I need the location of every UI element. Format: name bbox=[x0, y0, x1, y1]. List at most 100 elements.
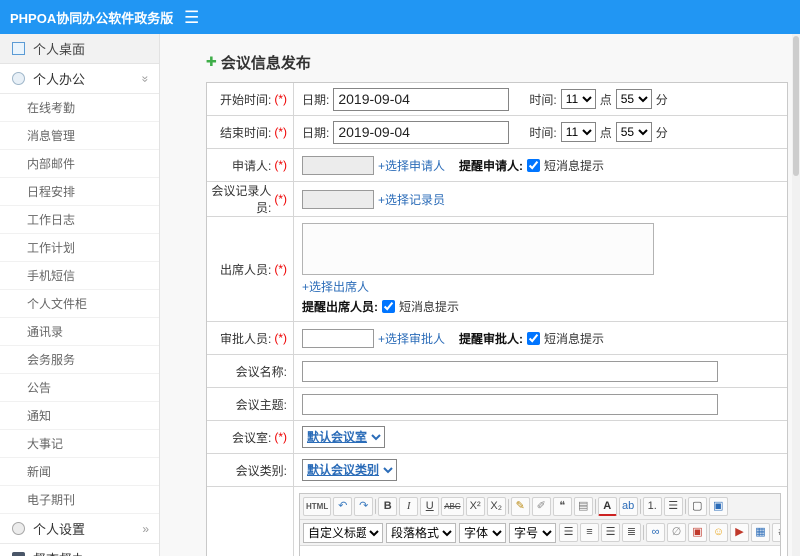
media-icon[interactable]: ▶ bbox=[730, 523, 749, 542]
meeting-room-select[interactable]: 默认会议室 bbox=[302, 426, 385, 448]
sidebar-item[interactable]: 大事记 bbox=[0, 430, 159, 458]
attendees-sms-checkbox[interactable] bbox=[382, 300, 395, 313]
blockquote-icon[interactable]: ❝ bbox=[552, 497, 572, 516]
separator[interactable] bbox=[594, 499, 596, 514]
chevron-right-icon: » bbox=[142, 552, 149, 556]
strikethrough-icon[interactable]: ABC bbox=[441, 497, 464, 516]
start-minute-select[interactable]: 55 bbox=[615, 89, 652, 109]
highlight-color-icon[interactable]: ab bbox=[618, 497, 638, 516]
sidebar-section-supervise[interactable]: 督查督办 » bbox=[0, 544, 159, 556]
required-mark: (*) bbox=[274, 430, 287, 444]
choose-recorder-link[interactable]: +选择记录员 bbox=[378, 191, 445, 208]
superscript-icon[interactable]: X² bbox=[465, 497, 485, 516]
separator[interactable] bbox=[684, 499, 686, 514]
remove-format-icon[interactable]: ✐ bbox=[531, 497, 551, 516]
subscript-icon[interactable]: X₂ bbox=[486, 497, 506, 516]
separator[interactable] bbox=[507, 499, 509, 514]
separator[interactable] bbox=[375, 499, 377, 514]
sms-label: 短消息提示 bbox=[544, 158, 605, 173]
approver-input[interactable] bbox=[302, 328, 374, 348]
end-minute-select[interactable]: 55 bbox=[615, 122, 652, 142]
sidebar-item[interactable]: 工作计划 bbox=[0, 234, 159, 262]
bold-icon[interactable]: B bbox=[378, 497, 398, 516]
custom-heading-select[interactable]: 自定义标题 bbox=[303, 522, 383, 543]
sidebar-item[interactable]: 电子期刊 bbox=[0, 486, 159, 514]
sidebar-item[interactable]: 通知 bbox=[0, 402, 159, 430]
formula-icon[interactable]: # bbox=[772, 523, 780, 542]
sidebar-item[interactable]: 工作日志 bbox=[0, 206, 159, 234]
underline-icon[interactable]: U bbox=[420, 497, 440, 516]
image-icon[interactable]: ▣ bbox=[688, 523, 707, 542]
emoticon-icon[interactable]: ☺ bbox=[709, 523, 728, 542]
choose-applicant-link[interactable]: +选择申请人 bbox=[378, 157, 445, 174]
sidebar-item[interactable]: 日程安排 bbox=[0, 178, 159, 206]
separator[interactable] bbox=[639, 499, 641, 514]
remind-approver-label: 提醒审批人: bbox=[459, 331, 524, 346]
unordered-list-icon[interactable]: ☰ bbox=[663, 497, 683, 516]
sidebar-item[interactable]: 个人文件柜 bbox=[0, 290, 159, 318]
italic-icon[interactable]: I bbox=[399, 497, 419, 516]
meeting-subject-input[interactable] bbox=[302, 393, 718, 415]
sidebar-item-desktop[interactable]: 个人桌面 bbox=[0, 34, 159, 64]
attendees-textarea[interactable] bbox=[302, 223, 654, 275]
table-icon[interactable]: ▦ bbox=[751, 523, 770, 542]
end-hour-select[interactable]: 11 bbox=[560, 122, 596, 142]
editor-toolbar-1: HTML ↶ ↷ B I U ABC X² X₂ ✎ ✐ ❝ ▤ A ab 1.… bbox=[300, 494, 780, 520]
separator[interactable] bbox=[643, 525, 644, 540]
sidebar-section-settings[interactable]: 个人设置 » bbox=[0, 514, 159, 544]
align-left-icon[interactable]: ☰ bbox=[559, 523, 578, 542]
sidebar-item[interactable]: 会务服务 bbox=[0, 346, 159, 374]
recorder-label: 会议记录人员: bbox=[211, 184, 272, 215]
format-painter-icon[interactable]: ✎ bbox=[510, 497, 530, 516]
approver-sms-checkbox[interactable] bbox=[527, 331, 541, 345]
gear-icon bbox=[12, 522, 25, 535]
sidebar-item[interactable]: 消息管理 bbox=[0, 122, 159, 150]
required-mark: (*) bbox=[274, 262, 287, 276]
sidebar-item[interactable]: 手机短信 bbox=[0, 262, 159, 290]
applicant-sms-checkbox[interactable] bbox=[527, 158, 541, 172]
sidebar-section-office[interactable]: 个人办公 » bbox=[0, 64, 159, 94]
meeting-category-select[interactable]: 默认会议类别 bbox=[302, 459, 397, 481]
font-size-select[interactable]: 字号 bbox=[509, 522, 556, 543]
scrollbar-thumb[interactable] bbox=[793, 36, 799, 176]
template-icon[interactable]: ▤ bbox=[573, 497, 593, 516]
sidebar-item[interactable]: 通讯录 bbox=[0, 318, 159, 346]
meeting-form: 开始时间: (*) 日期: 时间: 11 点 55 分 结束时间: (*) 日期… bbox=[206, 82, 788, 556]
choose-attendees-link[interactable]: +选择出席人 bbox=[302, 278, 369, 295]
paragraph-format-select[interactable]: 段落格式 bbox=[386, 522, 456, 543]
choose-approver-link[interactable]: +选择审批人 bbox=[378, 330, 445, 347]
meeting-name-input[interactable] bbox=[302, 360, 718, 382]
link-icon[interactable]: ∞ bbox=[646, 523, 665, 542]
chevron-right-icon: » bbox=[142, 521, 149, 536]
form-row-start-time: 开始时间: (*) 日期: 时间: 11 点 55 分 bbox=[207, 83, 787, 116]
unlink-icon[interactable]: ∅ bbox=[667, 523, 686, 542]
sidebar-item[interactable]: 在线考勤 bbox=[0, 94, 159, 122]
font-family-select[interactable]: 字体 bbox=[459, 522, 506, 543]
new-document-icon[interactable]: ▢ bbox=[687, 497, 707, 516]
time-label: 时间: bbox=[529, 125, 557, 140]
fullscreen-icon[interactable]: ▣ bbox=[708, 497, 728, 516]
end-date-input[interactable] bbox=[333, 120, 510, 144]
redo-icon[interactable]: ↷ bbox=[354, 497, 374, 516]
editor-content-area[interactable] bbox=[300, 546, 780, 556]
html-source-button[interactable]: HTML bbox=[303, 497, 332, 516]
meeting-name-label: 会议名称: bbox=[235, 364, 287, 379]
start-hour-select[interactable]: 11 bbox=[560, 89, 596, 109]
applicant-input[interactable] bbox=[302, 155, 374, 175]
start-time-label: 开始时间: bbox=[219, 92, 272, 107]
page-scrollbar[interactable] bbox=[792, 34, 800, 556]
ordered-list-icon[interactable]: 1. bbox=[642, 497, 662, 516]
meeting-subject-label: 会议主题: bbox=[235, 397, 287, 412]
sidebar-item[interactable]: 内部邮件 bbox=[0, 150, 159, 178]
sidebar-item[interactable]: 公告 bbox=[0, 374, 159, 402]
recorder-input[interactable] bbox=[302, 189, 374, 209]
align-right-icon[interactable]: ☰ bbox=[601, 523, 620, 542]
menu-icon[interactable]: ☰ bbox=[184, 9, 199, 26]
required-mark: (*) bbox=[274, 331, 287, 345]
undo-icon[interactable]: ↶ bbox=[333, 497, 353, 516]
align-center-icon[interactable]: ≡ bbox=[580, 523, 599, 542]
sidebar-item[interactable]: 新闻 bbox=[0, 458, 159, 486]
justify-icon[interactable]: ≣ bbox=[622, 523, 641, 542]
font-color-icon[interactable]: A bbox=[597, 497, 617, 516]
start-date-input[interactable] bbox=[333, 87, 510, 111]
